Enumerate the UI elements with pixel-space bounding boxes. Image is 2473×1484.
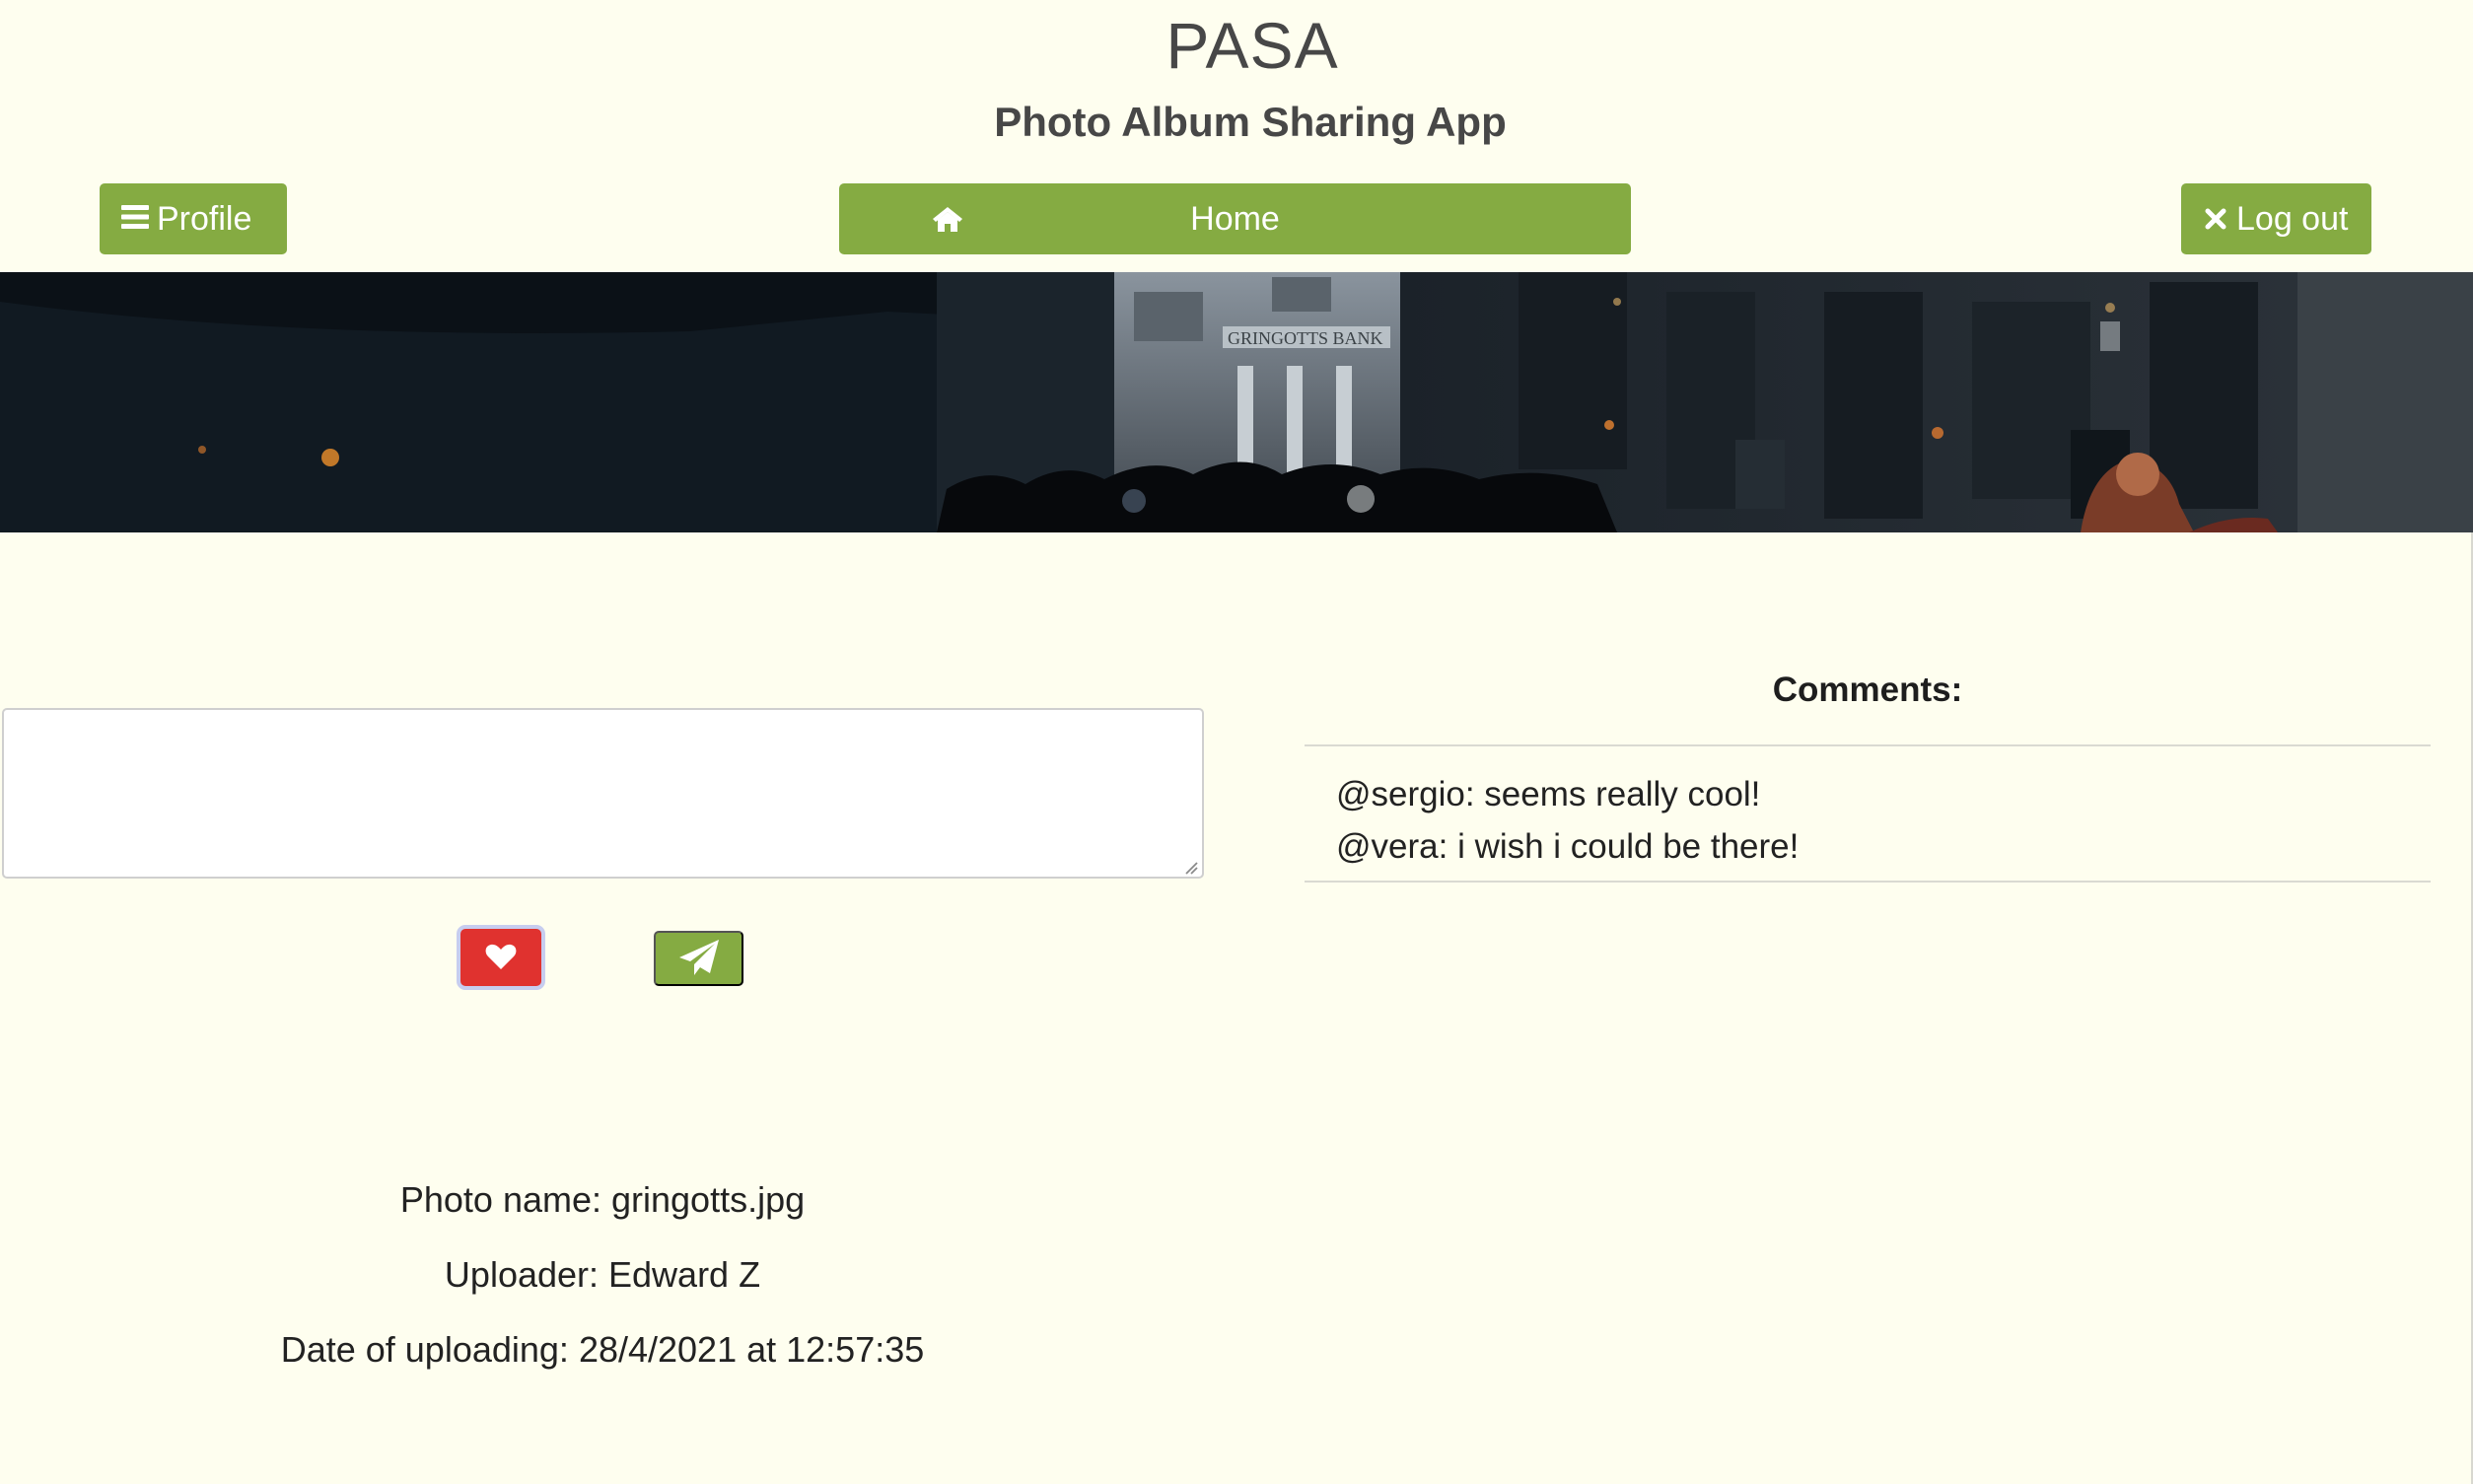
profile-button[interactable]: Profile [100,183,287,254]
close-icon [2205,200,2226,239]
comment-input[interactable] [2,708,1204,879]
app-subtitle: Photo Album Sharing App [994,99,1507,145]
home-button-label: Home [1190,199,1280,238]
bars-icon [121,200,149,239]
profile-button-label: Profile [157,199,252,238]
home-button[interactable]: Home [839,183,1631,254]
logout-button[interactable]: Log out [2181,183,2371,254]
svg-text:GRINGOTTS BANK: GRINGOTTS BANK [1228,328,1383,348]
page-header: PASA Photo Album Sharing App Profile Hom… [0,0,2473,272]
paper-plane-icon [677,938,721,980]
photo-banner: GRINGOTTS BANK [0,272,2473,532]
send-comment-button[interactable] [654,931,743,986]
like-button[interactable] [457,925,545,990]
comment-item: @vera: i wish i could be there! [1336,827,1800,866]
app-title: PASA [1166,9,1339,82]
comments-heading: Comments: [1772,671,1963,709]
resize-handle-icon[interactable] [1182,859,1198,875]
logout-button-label: Log out [2236,199,2349,238]
photo-name: Photo name: gringotts.jpg [399,1179,806,1220]
photo-upload-date: Date of uploading: 28/4/2021 at 12:57:35 [280,1329,925,1370]
heart-icon [485,943,517,973]
comment-item: @sergio: seems really cool! [1336,775,1761,813]
comments-list: @sergio: seems really cool! @vera: i wis… [1305,744,2431,883]
photo-uploader: Uploader: Edward Z [444,1254,761,1295]
